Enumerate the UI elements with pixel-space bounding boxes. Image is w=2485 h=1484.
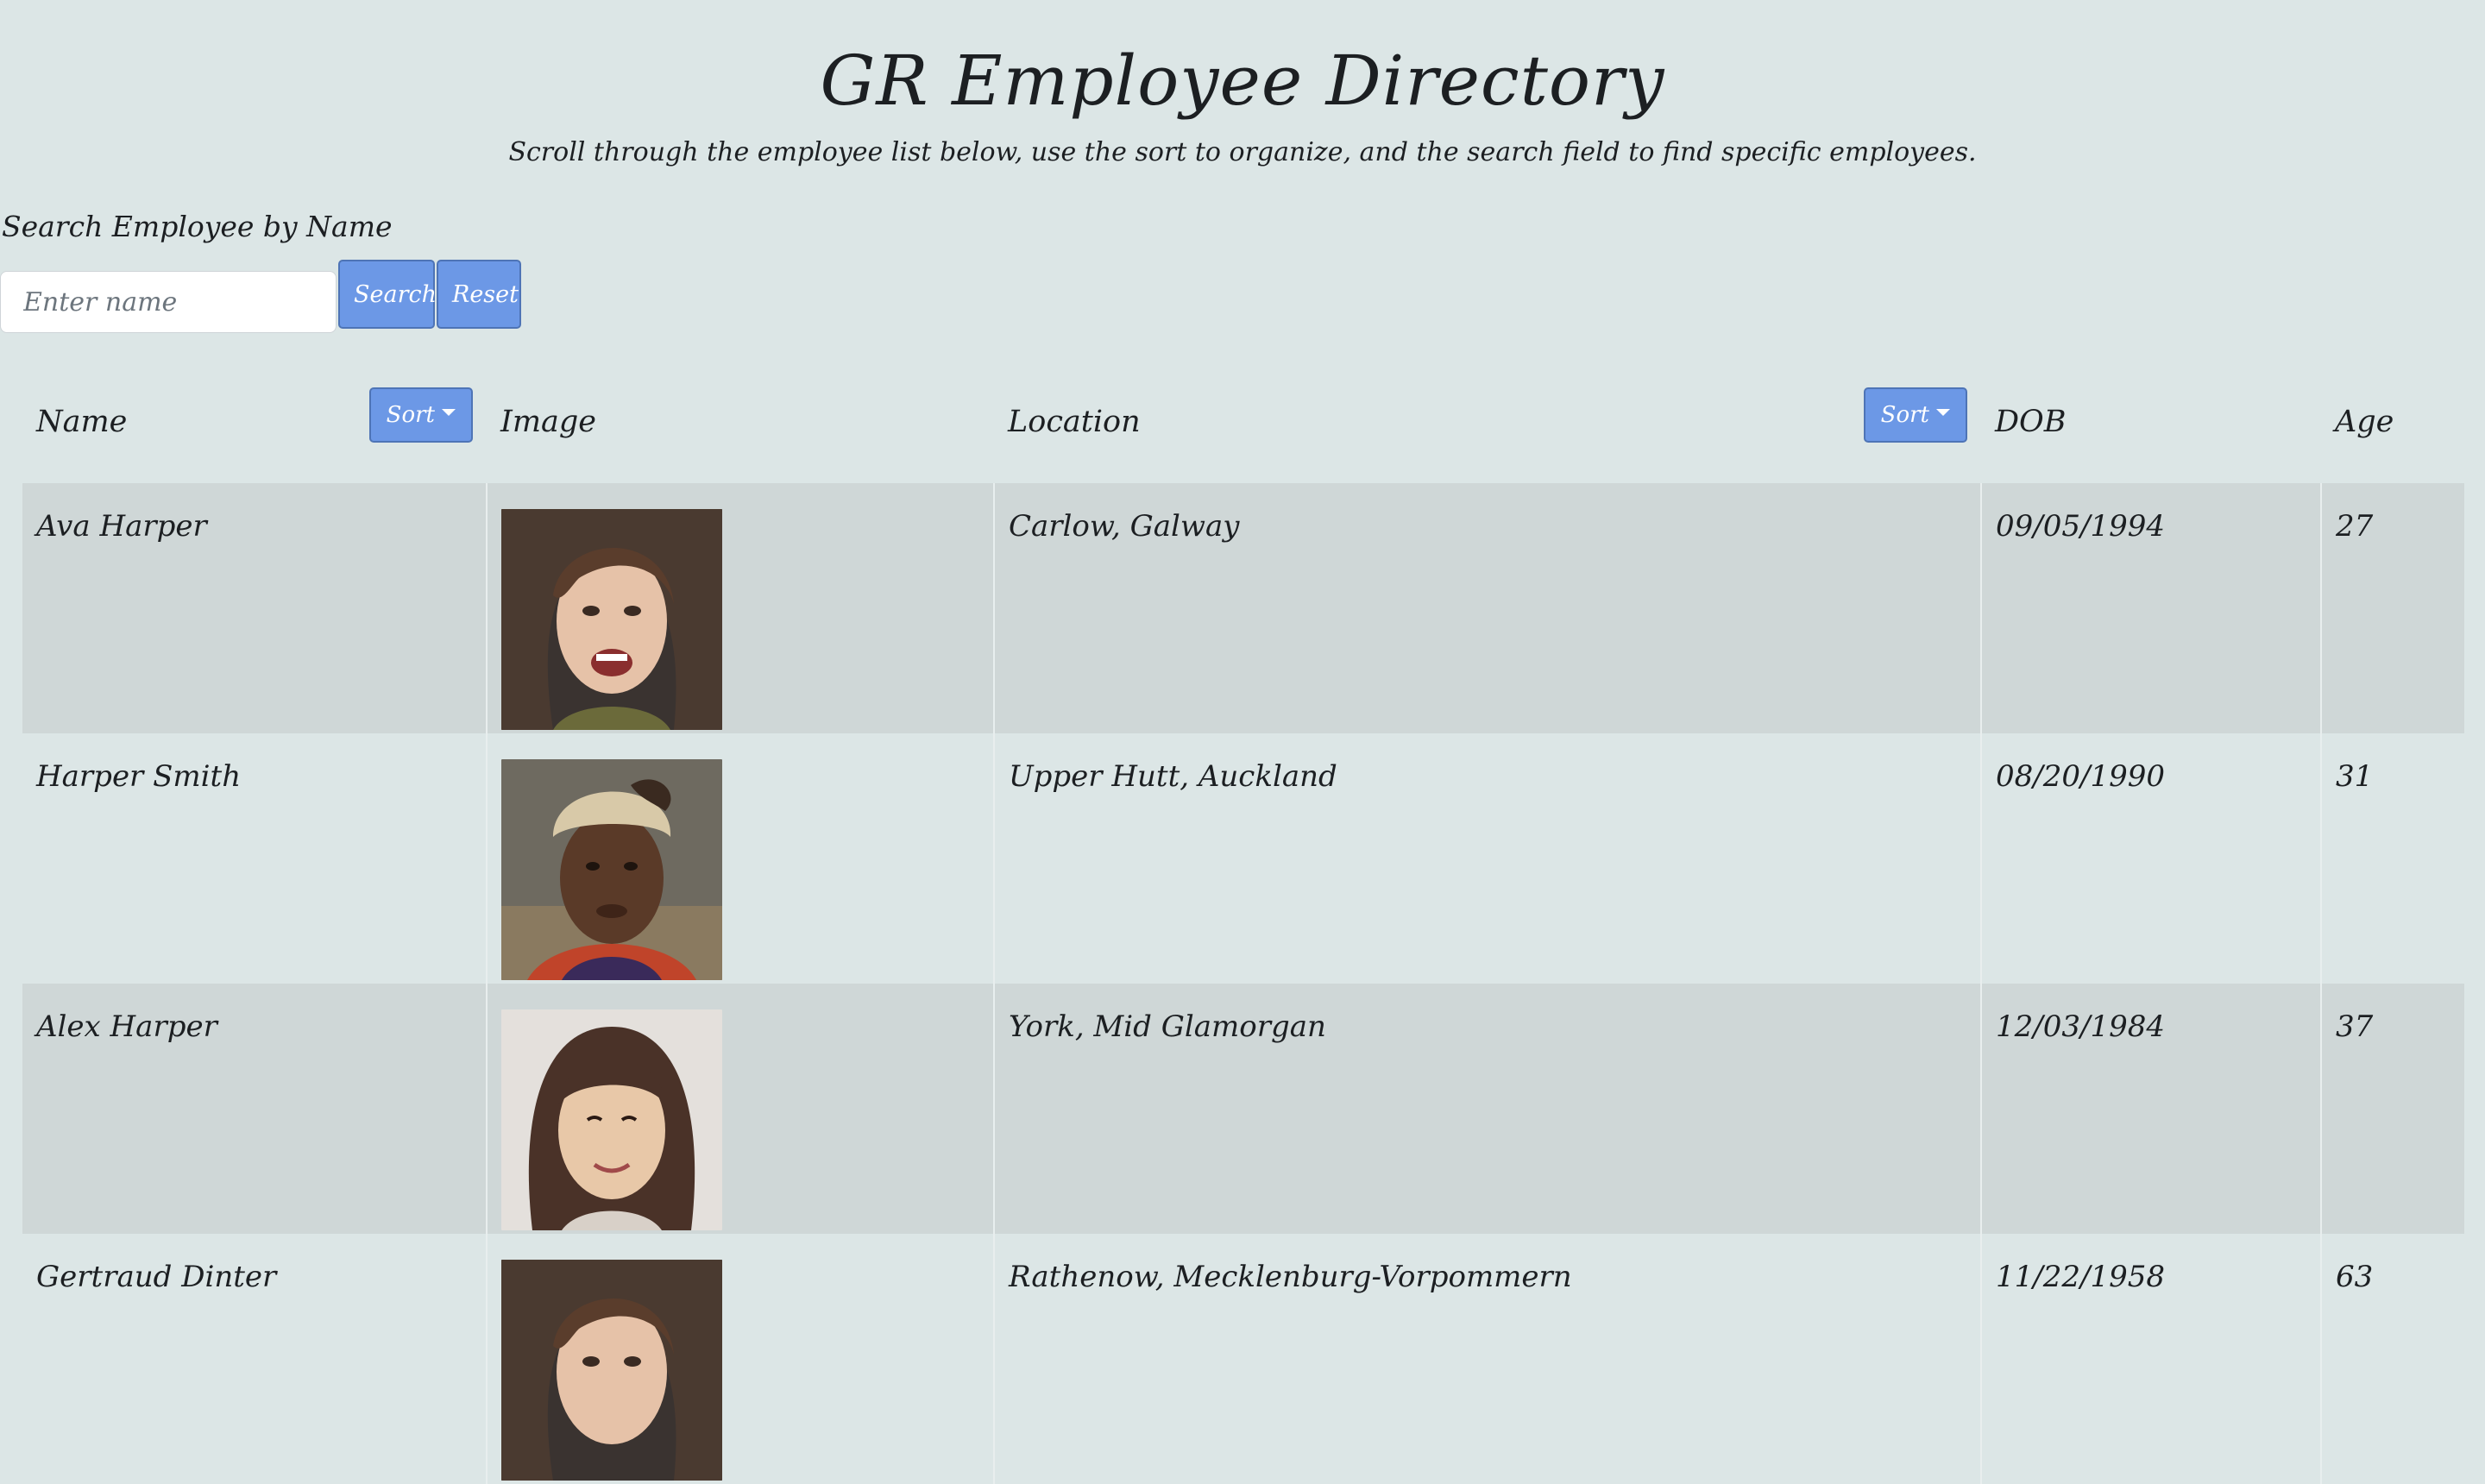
cell-location: Carlow, Galway xyxy=(993,483,1981,733)
sort-location-button[interactable]: Sort xyxy=(1863,387,1967,443)
search-input[interactable] xyxy=(0,271,337,333)
cell-age: 27 xyxy=(2320,483,2464,733)
cell-age: 37 xyxy=(2320,984,2464,1234)
cell-name: Harper Smith xyxy=(22,733,487,984)
column-header-image: Image xyxy=(487,361,994,483)
search-section: Search Employee by Name Search Reset xyxy=(0,205,521,333)
table-header-row: Name Sort Image Location Sort DOB Age xyxy=(22,361,2464,483)
reset-button[interactable]: Reset xyxy=(437,260,521,329)
cell-location: Rathenow, Mecklenburg-Vorpommern xyxy=(993,1234,1981,1484)
search-button[interactable]: Search xyxy=(338,260,437,329)
page-header: GR Employee Directory Scroll through the… xyxy=(0,0,2485,171)
cell-dob: 11/22/1958 xyxy=(1980,1234,2321,1484)
cell-dob: 12/03/1984 xyxy=(1980,984,2321,1234)
cell-dob: 09/05/1994 xyxy=(1980,483,2321,733)
column-label-location: Location xyxy=(1008,405,1141,439)
table-row: Gertraud Dinter Rathenow, Mecklenburg-Vo… xyxy=(22,1234,2464,1484)
employee-photo xyxy=(501,509,722,730)
column-label-name: Name xyxy=(36,405,128,439)
cell-name: Alex Harper xyxy=(22,984,487,1234)
search-row: Search Reset xyxy=(0,255,521,333)
table-row: Harper Smith Upper Hutt, Auckland 08/20/… xyxy=(22,733,2464,984)
column-header-age: Age xyxy=(2321,361,2464,483)
cell-dob: 08/20/1990 xyxy=(1980,733,2321,984)
employee-table: Name Sort Image Location Sort DOB Age Av… xyxy=(22,361,2464,1484)
sort-name-button[interactable]: Sort xyxy=(368,387,473,443)
search-label: Search Employee by Name xyxy=(2,210,393,243)
column-label-age: Age xyxy=(2335,405,2394,439)
cell-age: 63 xyxy=(2320,1234,2464,1484)
cell-age: 31 xyxy=(2320,733,2464,984)
cell-image xyxy=(486,1234,994,1484)
cell-name: Ava Harper xyxy=(22,483,487,733)
cell-image xyxy=(486,483,994,733)
cell-image xyxy=(486,733,994,984)
column-header-location: Location Sort xyxy=(994,361,1981,483)
employee-photo xyxy=(501,1260,722,1481)
cell-name: Gertraud Dinter xyxy=(22,1234,487,1484)
column-header-name: Name Sort xyxy=(22,361,487,483)
employee-photo xyxy=(501,1009,722,1230)
column-label-image: Image xyxy=(500,405,596,439)
employee-photo xyxy=(501,759,722,980)
cell-image xyxy=(486,984,994,1234)
column-label-dob: DOB xyxy=(1995,405,2067,439)
page-title: GR Employee Directory xyxy=(820,41,1665,121)
sort-name-label: Sort xyxy=(386,402,435,428)
cell-location: Upper Hutt, Auckland xyxy=(993,733,1981,984)
cell-location: York, Mid Glamorgan xyxy=(993,984,1981,1234)
column-header-dob: DOB xyxy=(1981,361,2321,483)
caret-down-icon xyxy=(1936,409,1950,416)
sort-location-label: Sort xyxy=(1880,402,1929,428)
table-row: Alex Harper York, Mid Glamorgan 12/03/19… xyxy=(22,984,2464,1234)
caret-down-icon xyxy=(442,409,456,416)
table-row: Ava Harper Carlow, Galway 09/05/1994 27 xyxy=(22,483,2464,733)
page-subtitle: Scroll through the employee list below, … xyxy=(508,137,1977,167)
